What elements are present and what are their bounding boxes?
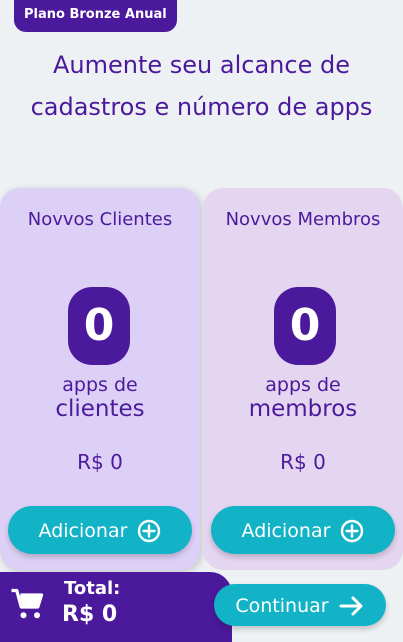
arrow-right-icon [339,596,363,615]
continue-button[interactable]: Continuar [214,584,386,626]
card-unit-line2: clientes [55,396,145,422]
total-value: R$ 0 [62,602,118,627]
add-clientes-button[interactable]: Adicionar [8,506,192,554]
plus-circle-icon [341,519,364,542]
continue-button-label: Continuar [235,594,329,617]
card-price: R$ 0 [77,450,123,474]
clientes-count: 0 [68,287,130,365]
cart-total-bar: Total: R$ 0 [0,572,232,642]
card-price: R$ 0 [280,450,326,474]
add-button-label: Adicionar [241,519,331,542]
add-membros-button[interactable]: Adicionar [211,506,395,554]
card-novvos-clientes: Novvos Clientes apps de clientes R$ 0 Ad… [0,188,200,570]
card-novvos-membros: Novvos Membros apps de membros R$ 0 Adic… [203,188,403,570]
card-unit-line1: apps de [265,374,341,396]
plan-badge: Plano Bronze Anual [14,0,177,32]
card-title: Novvos Membros [225,209,381,230]
card-unit-line2: membros [248,396,358,422]
add-button-label: Adicionar [38,519,128,542]
card-unit-line1: apps de [62,374,138,396]
page-headline: Aumente seu alcance de cadastros e númer… [30,51,373,121]
membros-count: 0 [274,287,336,365]
total-label: Total: [64,578,121,599]
plus-circle-icon [138,519,161,542]
cart-icon [11,588,44,619]
card-title: Novvos Clientes [27,209,173,230]
